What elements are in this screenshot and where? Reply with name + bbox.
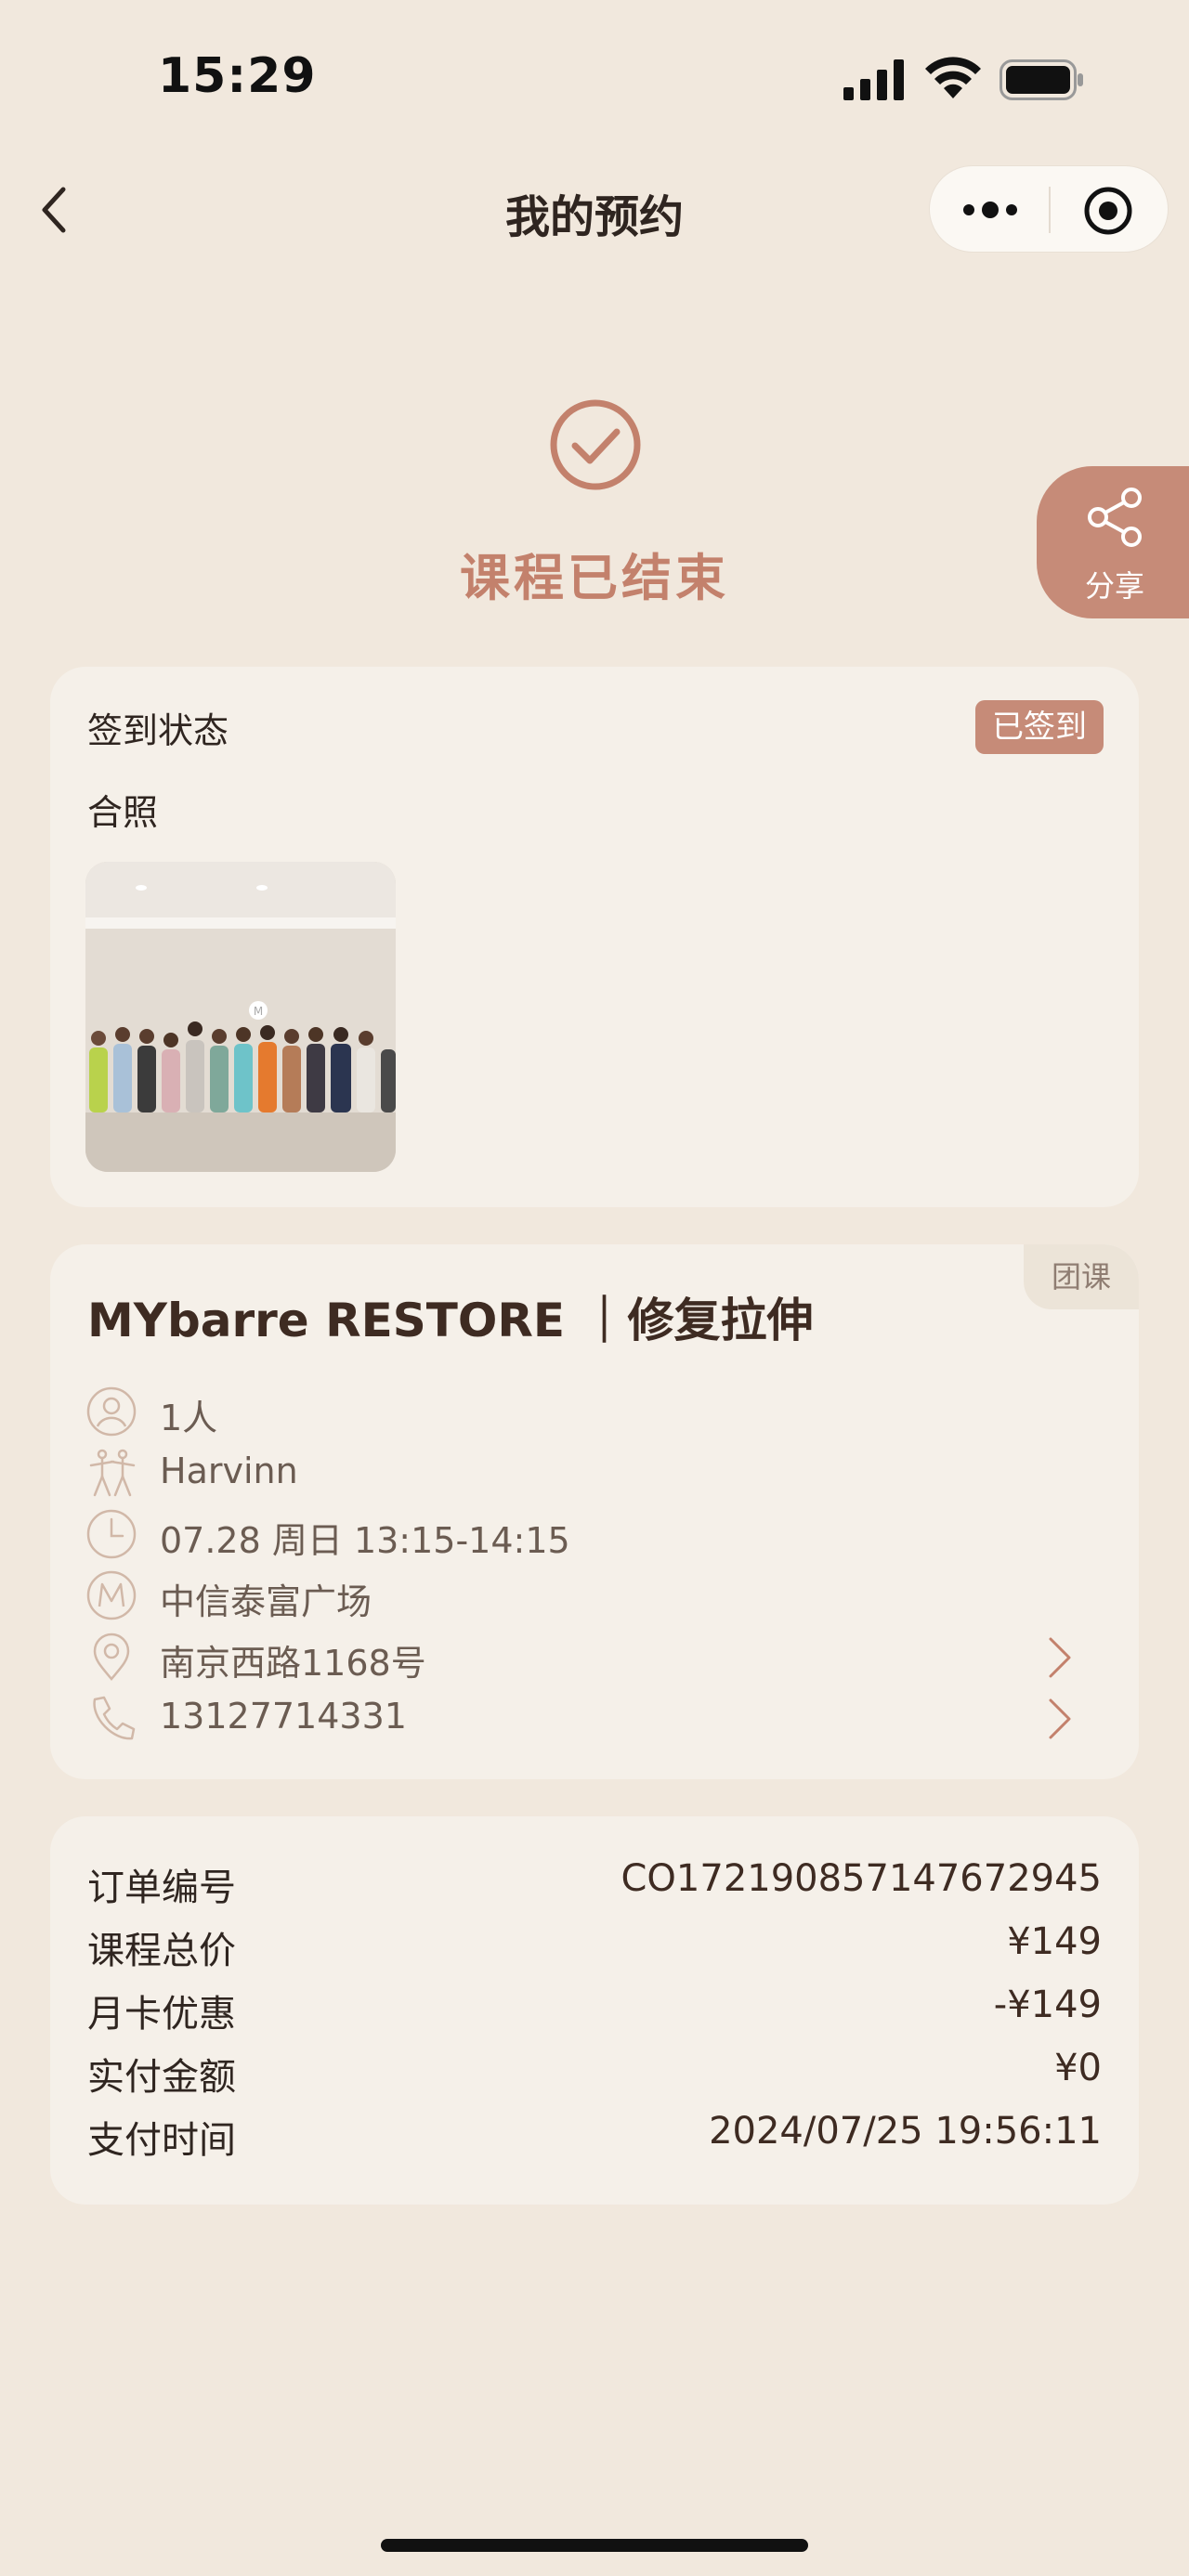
time-row: 07.28 周日 13:15-14:15	[85, 1504, 1107, 1564]
people-count: 1人	[160, 1398, 218, 1438]
cellular-signal-icon	[843, 59, 904, 100]
card-discount-row: 月卡优惠 -¥149	[87, 1984, 1102, 2036]
order-row-value: 2024/07/25 19:56:11	[709, 2110, 1102, 2153]
miniprogram-capsule	[929, 165, 1169, 253]
group-photo[interactable]: M	[85, 862, 396, 1172]
order-card: 订单编号 CO172190857147672945 课程总价 ¥149 月卡优惠…	[50, 1816, 1139, 2205]
close-miniprogram-icon[interactable]	[1082, 185, 1134, 237]
phone-icon	[93, 1696, 136, 1740]
checkin-status-label: 签到状态	[87, 710, 229, 751]
location-pin-icon	[93, 1633, 130, 1681]
order-row-value: ¥149	[1007, 1920, 1102, 1963]
class-info-card: 团课 MYbarre RESTORE ｜修复拉伸 1人 Harvinn 07.2…	[50, 1244, 1139, 1779]
person-icon	[86, 1386, 137, 1437]
share-icon	[1088, 488, 1142, 547]
order-row-value: -¥149	[993, 1984, 1102, 2026]
address-row[interactable]: 南京西路1168号	[85, 1627, 1107, 1686]
studio-logo-icon	[86, 1570, 137, 1620]
checkin-status-badge: 已签到	[975, 700, 1104, 754]
class-status-text: 课程已结束	[460, 549, 729, 607]
studio-name: 中信泰富广场	[160, 1581, 372, 1622]
phone-row[interactable]: 13127714331	[85, 1688, 1107, 1748]
share-label: 分享	[1084, 568, 1144, 604]
group-photo-image: M	[85, 862, 396, 1172]
status-bar: 15:29	[0, 0, 1189, 149]
order-row-value: CO172190857147672945	[621, 1857, 1103, 1900]
order-row-key: 月卡优惠	[87, 1993, 236, 2036]
svg-text:M: M	[254, 1005, 263, 1018]
class-type-tag: 团课	[1024, 1244, 1139, 1309]
clock-icon	[86, 1509, 137, 1559]
battery-icon	[1000, 59, 1083, 100]
people-row: 1人	[85, 1382, 1107, 1441]
status-time: 15:29	[158, 48, 317, 104]
studio-phone: 13127714331	[160, 1696, 407, 1737]
class-title: MYbarre RESTORE ｜修复拉伸	[87, 1294, 814, 1347]
wifi-icon	[925, 57, 981, 98]
class-time: 07.28 周日 13:15-14:15	[160, 1520, 570, 1561]
coach-row: Harvinn	[85, 1443, 1107, 1503]
order-row-key: 实付金额	[87, 2056, 236, 2099]
capsule-divider	[1049, 187, 1051, 233]
chevron-right-icon	[1049, 1698, 1071, 1739]
order-number-row: 订单编号 CO172190857147672945	[87, 1857, 1102, 1909]
order-row-key: 订单编号	[87, 1867, 236, 1909]
order-row-value: ¥0	[1054, 2047, 1102, 2089]
paid-amount-row: 实付金额 ¥0	[87, 2047, 1102, 2099]
checkin-card: 签到状态 已签到 合照 M	[50, 667, 1139, 1207]
coach-icon	[89, 1449, 136, 1497]
order-row-key: 课程总价	[87, 1930, 236, 1972]
coach-name: Harvinn	[160, 1451, 298, 1491]
group-photo-label: 合照	[87, 792, 159, 833]
home-indicator	[381, 2539, 808, 2552]
pay-time-row: 支付时间 2024/07/25 19:56:11	[87, 2110, 1102, 2162]
studio-row: 中信泰富广场	[85, 1566, 1107, 1625]
share-button[interactable]: 分享	[1037, 466, 1189, 618]
order-row-key: 支付时间	[87, 2119, 236, 2162]
course-price-row: 课程总价 ¥149	[87, 1920, 1102, 1972]
check-circle-icon	[550, 399, 641, 490]
more-icon[interactable]	[960, 189, 1021, 231]
studio-address: 南京西路1168号	[160, 1643, 426, 1684]
chevron-right-icon	[1049, 1637, 1071, 1678]
